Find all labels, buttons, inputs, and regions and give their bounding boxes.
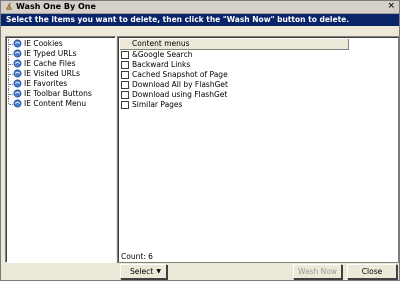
wash-now-button[interactable]: Wash Now (293, 264, 342, 279)
list-item[interactable]: Download All by FlashGet (121, 80, 391, 90)
category-tree[interactable]: IE Cookies IE Typed URLs IE Cache Files … (5, 36, 116, 263)
ie-icon (13, 49, 22, 58)
item-checkbox[interactable] (121, 61, 129, 69)
list-item-label: Download All by FlashGet (132, 80, 228, 89)
list-item[interactable]: Cached Snapshot of Page (121, 70, 391, 80)
tree-item-label: IE Cache Files (24, 59, 76, 68)
tree-item-ie-cache-files[interactable]: IE Cache Files (8, 59, 113, 69)
chevron-down-icon: ▼ (156, 268, 161, 275)
list-item-label: Similar Pages (132, 100, 183, 109)
column-header-label: Content menus (132, 39, 190, 48)
item-checkbox[interactable] (121, 51, 129, 59)
ie-icon (13, 39, 22, 48)
item-checkbox[interactable] (121, 81, 129, 89)
content-list[interactable]: Content menus &Google Search Backward Li… (117, 36, 399, 263)
select-button-label: Select (130, 267, 154, 276)
list-item-label: Download using FlashGet (132, 90, 228, 99)
ie-icon (13, 79, 22, 88)
list-item-label: &Google Search (132, 50, 193, 59)
title-bar[interactable]: Wash One By One × (1, 1, 399, 14)
close-icon[interactable]: × (387, 1, 395, 11)
item-count: Count: 6 (121, 252, 153, 261)
select-button[interactable]: Select ▼ (120, 264, 167, 279)
ie-icon (13, 89, 22, 98)
close-button[interactable]: Close (347, 264, 397, 279)
tree-item-label: IE Favorites (24, 79, 68, 88)
tree-item-label: IE Visited URLs (24, 69, 80, 78)
list-item-label: Backward Links (132, 60, 191, 69)
tree-item-ie-favorites[interactable]: IE Favorites (8, 79, 113, 89)
column-header[interactable]: Content menus (120, 39, 349, 50)
ie-icon (13, 69, 22, 78)
tree-item-ie-typed-urls[interactable]: IE Typed URLs (8, 49, 113, 59)
item-checkbox[interactable] (121, 91, 129, 99)
list-item[interactable]: &Google Search (121, 50, 391, 60)
wash-window: Wash One By One × Select the items you w… (0, 0, 400, 281)
tree-item-ie-toolbar-buttons[interactable]: IE Toolbar Buttons (8, 89, 113, 99)
list-item[interactable]: Similar Pages (121, 100, 391, 110)
tree-item-label: IE Toolbar Buttons (24, 89, 92, 98)
broom-icon (6, 3, 12, 10)
list-item[interactable]: Download using FlashGet (121, 90, 391, 100)
ie-icon (13, 99, 22, 108)
tree-item-ie-cookies[interactable]: IE Cookies (8, 39, 113, 49)
tree-item-label: IE Typed URLs (24, 49, 77, 58)
ie-icon (13, 59, 22, 68)
instruction-banner: Select the items you want to delete, the… (1, 14, 399, 26)
tree-item-label: IE Cookies (24, 39, 63, 48)
tree-item-ie-content-menu[interactable]: IE Content Menu (8, 99, 113, 109)
instruction-text: Select the items you want to delete, the… (6, 15, 350, 24)
item-checkbox[interactable] (121, 101, 129, 109)
tree-item-label: IE Content Menu (24, 99, 87, 108)
list-item[interactable]: Backward Links (121, 60, 391, 70)
item-checkbox[interactable] (121, 71, 129, 79)
tree-item-ie-visited-urls[interactable]: IE Visited URLs (8, 69, 113, 79)
window-title: Wash One By One (16, 2, 96, 11)
list-item-label: Cached Snapshot of Page (132, 70, 228, 79)
